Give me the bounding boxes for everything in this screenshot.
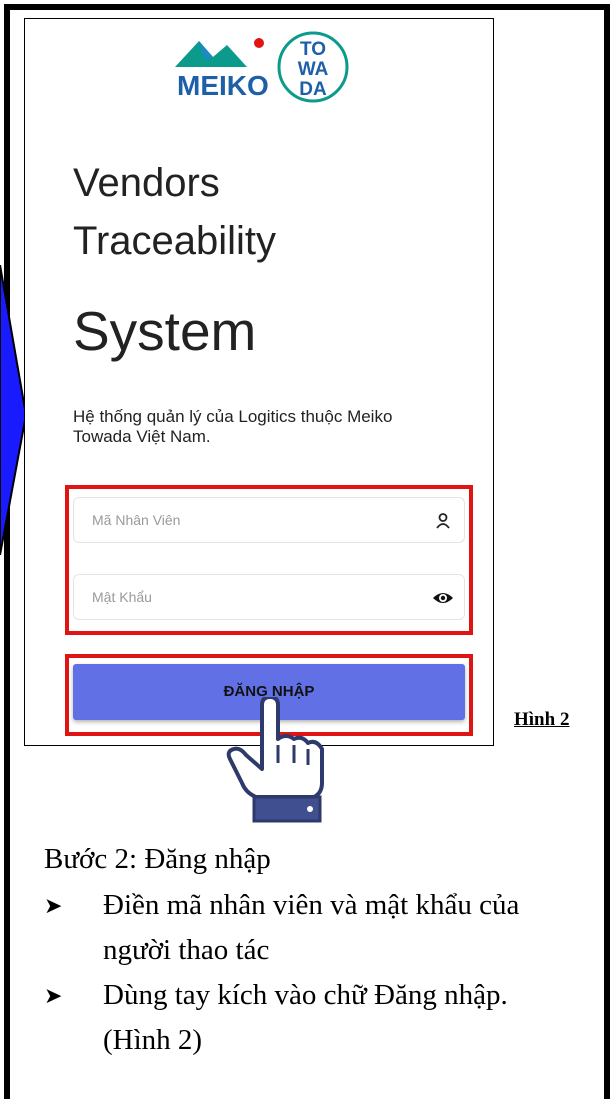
app-title-line-3: System (73, 300, 257, 362)
step-title: Bước 2: Đăng nhập (44, 843, 271, 875)
app-title-line-2: Traceability (73, 219, 277, 263)
pointing-hand-icon (226, 697, 324, 823)
logo-circle-text-3: DA (299, 79, 327, 100)
figure-label: Hình 2 (514, 709, 570, 730)
app-description: Hệ thống quản lý của Logitics thuộc Meik… (73, 407, 393, 446)
instruction-text: Điền mã nhân viên và mật khẩu của người … (103, 889, 520, 966)
logo-circle-text-1: TO (300, 39, 326, 60)
logo-circle-text-2: WA (298, 59, 329, 80)
logo-brand-text: MEIKO (177, 70, 269, 101)
phone-screen: MEIKO TO WA DA Vendors Traceability Syst… (24, 18, 494, 746)
fields-highlight-box (65, 485, 473, 635)
bullet-arrow-icon: ➤ (44, 893, 63, 918)
instruction-text: Dùng tay kích vào chữ Đăng nhập. (Hình 2… (103, 979, 508, 1056)
instruction-bullet: ➤ Dùng tay kích vào chữ Đăng nhập. (Hình… (44, 973, 564, 1063)
meiko-towada-logo: MEIKO TO WA DA (175, 31, 349, 103)
bullet-arrow-icon: ➤ (44, 983, 63, 1008)
instruction-bullet: ➤ Điền mã nhân viên và mật khẩu của ngườ… (44, 883, 564, 973)
app-title-line-1: Vendors (73, 161, 220, 205)
